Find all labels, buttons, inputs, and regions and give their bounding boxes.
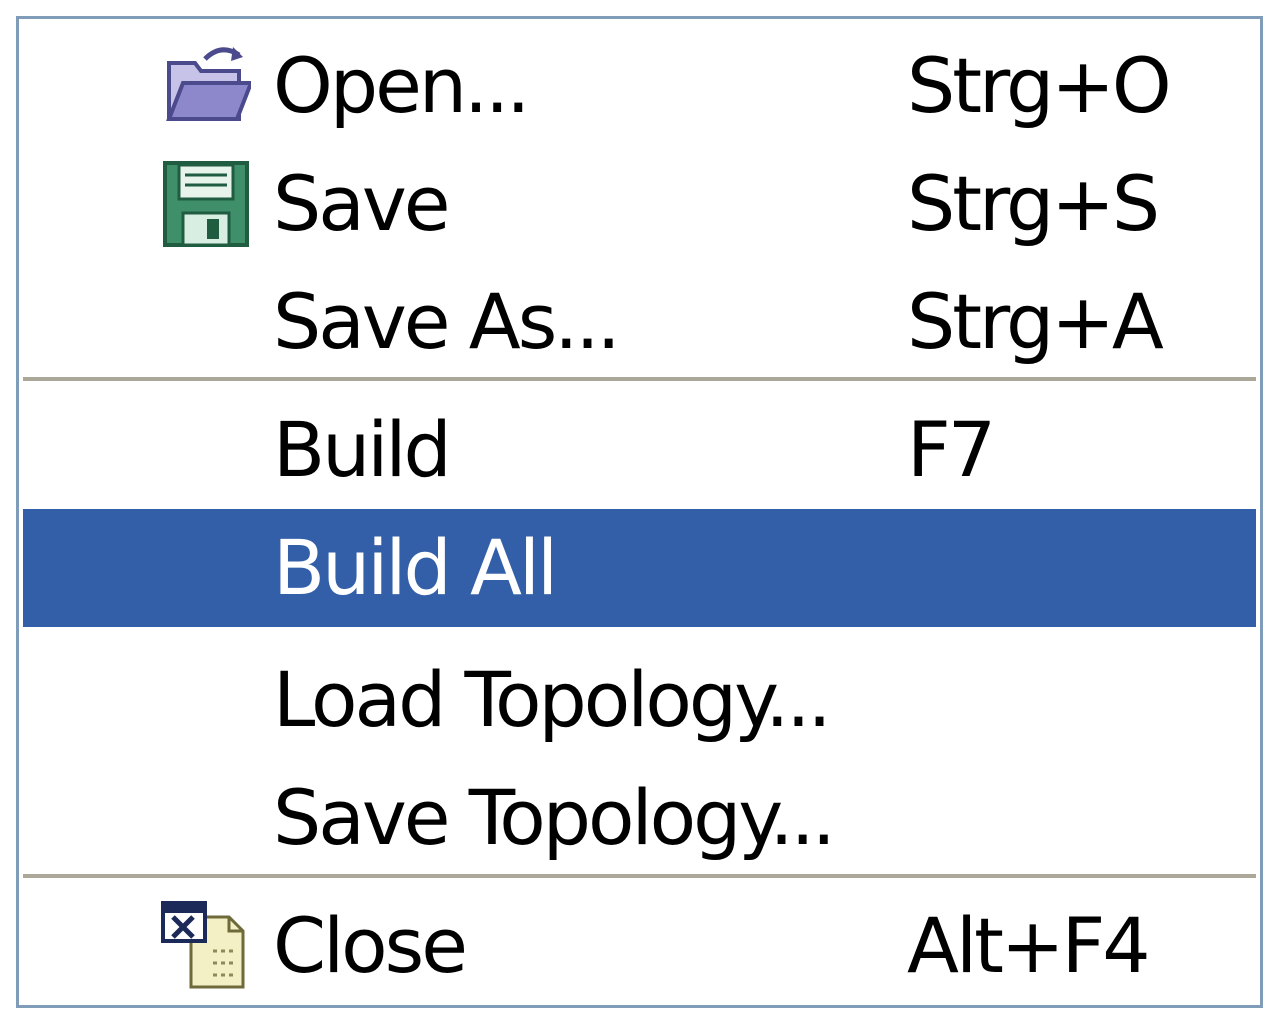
floppy-disk-icon xyxy=(161,159,251,249)
menu-item-build-all[interactable]: Build All xyxy=(23,509,1256,627)
menu-item-shortcut: Strg+S xyxy=(907,159,1160,248)
menu-item-shortcut: Strg+O xyxy=(907,41,1172,130)
menu-item-label: Close xyxy=(273,901,468,990)
menu-item-save-as[interactable]: Save As... Strg+A xyxy=(23,263,1256,381)
menu-item-shortcut: F7 xyxy=(907,405,996,494)
menu-separator xyxy=(23,377,1256,383)
menu-item-label: Build All xyxy=(273,523,558,612)
menu-item-save-topology[interactable]: Save Topology... xyxy=(23,759,1256,877)
menu-item-load-topology[interactable]: Load Topology... xyxy=(23,641,1256,759)
menu-item-shortcut: Strg+A xyxy=(907,277,1164,366)
menu-item-save[interactable]: Save Strg+S xyxy=(23,145,1256,263)
close-document-icon xyxy=(161,901,251,991)
menu-separator xyxy=(23,874,1256,880)
menu-item-close[interactable]: Close Alt+F4 xyxy=(23,887,1256,1005)
open-folder-icon xyxy=(161,41,254,131)
menu-item-label: Build xyxy=(273,405,452,494)
menu-item-build[interactable]: Build F7 xyxy=(23,391,1256,509)
menu-item-label: Save xyxy=(273,159,451,248)
menu-item-label: Save As... xyxy=(273,277,621,366)
menu-item-open[interactable]: Open... Strg+O xyxy=(23,27,1256,145)
menu-item-shortcut: Alt+F4 xyxy=(907,901,1151,990)
file-menu: Open... Strg+O Save Strg+S Save As... St… xyxy=(16,16,1263,1008)
menu-item-label: Load Topology... xyxy=(273,655,832,744)
menu-item-label: Save Topology... xyxy=(273,773,836,862)
menu-item-label: Open... xyxy=(273,41,530,130)
